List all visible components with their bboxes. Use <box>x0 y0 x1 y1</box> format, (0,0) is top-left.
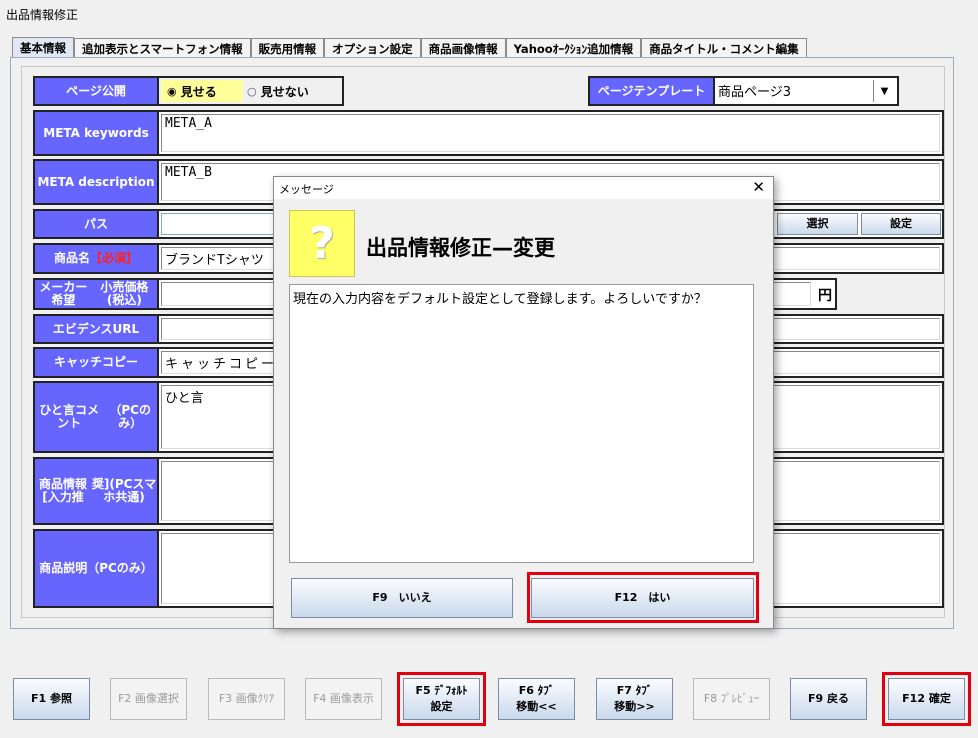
dialog-titlebar: メッセージ ✕ <box>274 177 773 199</box>
path-set-button[interactable]: 設定 <box>861 213 941 235</box>
tab-sales[interactable]: 販売用情報 <box>250 38 325 58</box>
f3-image-clear-button[interactable]: F3 画像ｸﾘｱ <box>208 678 285 720</box>
no-button[interactable]: F9 いいえ <box>291 578 513 618</box>
evidence-url-label: エビデンスURL <box>33 314 159 344</box>
f7-tab-next-button[interactable]: F7 ﾀﾌﾞ 移動>> <box>596 678 673 720</box>
description-label: 商品説明 （PCのみ） <box>33 529 159 608</box>
question-icon: ? <box>289 210 355 277</box>
f12-confirm-button[interactable]: F12 確定 <box>888 678 965 720</box>
page-public-label: ページ公開 <box>33 76 159 106</box>
f4-image-show-button[interactable]: F4 画像表示 <box>305 678 382 720</box>
comment-label: ひと言コメント （PCのみ） <box>33 381 159 453</box>
tab-options[interactable]: オプション設定 <box>324 38 421 58</box>
page-public-radio-group: ◉ 見せる ○ 見せない <box>157 76 344 106</box>
f9-back-button[interactable]: F9 戻る <box>790 678 867 720</box>
f2-image-select-button[interactable]: F2 画像選択 <box>110 678 187 720</box>
product-name-label: 商品名 【必須】 <box>33 243 159 274</box>
meta-description-label: META description <box>33 159 159 205</box>
product-info-label: 商品情報[入力推 奨](PCスマホ共通) <box>33 457 159 525</box>
tab-images[interactable]: 商品画像情報 <box>420 38 506 58</box>
f8-preview-button[interactable]: F8 ﾌﾟﾚﾋﾞｭｰ <box>693 678 770 720</box>
tab-yahoo[interactable]: Yahooｵｰｸｼｮﾝ追加情報 <box>505 38 642 58</box>
maker-price-label: メーカー希望 小売価格(税込) <box>33 278 159 310</box>
tab-title-comment[interactable]: 商品タイトル・コメント編集 <box>641 38 807 58</box>
tab-bar: 基本情報 追加表示とスマートフォン情報 販売用情報 オプション設定 商品画像情報… <box>12 37 807 58</box>
page-template-select[interactable]: 商品ページ3 ▼ <box>713 76 899 106</box>
required-badge: 【必須】 <box>90 251 139 265</box>
meta-keywords-input[interactable]: META_A <box>161 114 940 152</box>
message-dialog: メッセージ ✕ ? 出品情報修正—変更 現在の入力内容をデフォルト設定として登録… <box>273 176 774 629</box>
f1-browse-button[interactable]: F1 参照 <box>13 678 90 720</box>
yen-unit: 円 <box>818 288 832 304</box>
radio-checked-icon: ◉ <box>167 84 177 98</box>
radio-hide[interactable]: ○ 見せない <box>247 80 309 102</box>
catch-copy-label: キャッチコピー <box>33 347 159 378</box>
radio-show[interactable]: ◉ 見せる <box>161 80 243 102</box>
window-title: 出品情報修正 <box>6 8 79 22</box>
yes-button[interactable]: F12 はい <box>531 578 754 618</box>
radio-unchecked-icon: ○ <box>247 84 257 98</box>
f5-default-setting-button[interactable]: F5 ﾃﾞﾌｫﾙﾄ 設定 <box>403 678 480 720</box>
tab-additional-smartphone[interactable]: 追加表示とスマートフォン情報 <box>74 38 251 58</box>
f6-tab-prev-button[interactable]: F6 ﾀﾌﾞ 移動<< <box>498 678 575 720</box>
close-icon[interactable]: ✕ <box>752 178 765 196</box>
chevron-down-icon[interactable]: ▼ <box>873 80 895 102</box>
path-select-button[interactable]: 選択 <box>777 213 858 235</box>
tab-basic[interactable]: 基本情報 <box>12 37 74 58</box>
dialog-heading: 出品情報修正—変更 <box>366 236 555 260</box>
dialog-message: 現在の入力内容をデフォルト設定として登録します。よろしいですか？ <box>289 284 754 563</box>
page-template-label: ページテンプレート <box>588 76 715 106</box>
meta-keywords-label: META keywords <box>33 110 159 156</box>
path-label: パス <box>33 209 159 239</box>
